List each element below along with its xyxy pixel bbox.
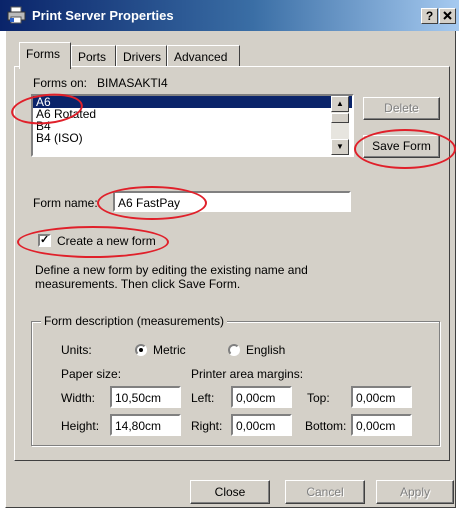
title-bar: Print Server Properties ? — [0, 0, 459, 31]
right-margin-label: Right: — [191, 419, 223, 433]
delete-button[interactable]: Delete — [363, 97, 440, 120]
width-label: Width: — [61, 391, 96, 405]
metric-label: Metric — [153, 343, 186, 357]
margins-label: Printer area margins: — [191, 367, 304, 381]
list-item[interactable]: B4 (ISO) — [33, 132, 352, 144]
right-margin-input[interactable]: 0,00cm — [231, 414, 292, 436]
width-input[interactable]: 10,50cm — [110, 386, 181, 408]
forms-listbox[interactable]: A6 A6 Rotated B4 B4 (ISO) — [31, 94, 354, 157]
bottom-margin-input[interactable]: 0,00cm — [351, 414, 412, 436]
help-button[interactable]: ? — [421, 8, 438, 24]
instructions-line-2: measurements. Then click Save Form. — [35, 277, 241, 291]
scroll-down-button[interactable]: ▼ — [331, 139, 349, 155]
paper-size-label: Paper size: — [61, 367, 122, 381]
create-new-form-checkbox[interactable]: ✓ — [38, 234, 51, 247]
left-margin-label: Left: — [191, 391, 215, 405]
list-item[interactable]: A6 Rotated — [33, 108, 352, 120]
units-label: Units: — [61, 343, 92, 357]
metric-radio[interactable] — [135, 344, 147, 356]
list-scrollbar[interactable]: ▲ ▼ — [331, 96, 349, 155]
tab-drivers[interactable]: Drivers — [116, 45, 167, 67]
printer-icon — [7, 6, 26, 24]
tab-forms[interactable]: Forms — [19, 42, 71, 69]
height-input[interactable]: 14,80cm — [110, 414, 181, 436]
tab-drivers-label: Drivers — [123, 50, 161, 64]
left-margin-input[interactable]: 0,00cm — [231, 386, 292, 408]
top-margin-input[interactable]: 0,00cm — [351, 386, 412, 408]
tab-forms-label: Forms — [26, 47, 60, 61]
form-name-label: Form name: — [33, 196, 98, 210]
english-radio[interactable] — [228, 344, 240, 356]
instructions-line-1: Define a new form by editing the existin… — [35, 263, 308, 277]
tab-advanced[interactable]: Advanced — [167, 45, 240, 67]
window-title: Print Server Properties — [32, 8, 174, 23]
save-form-button[interactable]: Save Form — [363, 135, 440, 158]
close-icon — [443, 11, 452, 20]
tab-advanced-label: Advanced — [174, 50, 228, 64]
tab-ports[interactable]: Ports — [71, 45, 116, 67]
create-new-form-label: Create a new form — [57, 234, 156, 248]
close-window-button[interactable] — [439, 8, 456, 24]
scroll-thumb[interactable] — [331, 113, 349, 123]
bottom-margin-label: Bottom: — [305, 419, 347, 433]
server-name: BIMASAKTI4 — [97, 76, 168, 90]
english-label: English — [246, 343, 286, 357]
close-button[interactable]: Close — [190, 480, 270, 504]
scroll-up-button[interactable]: ▲ — [331, 96, 349, 112]
height-label: Height: — [61, 419, 100, 433]
form-name-input[interactable]: A6 FastPay — [113, 191, 351, 212]
apply-button[interactable]: Apply — [376, 480, 454, 504]
form-description-legend: Form description (measurements) — [41, 314, 228, 328]
tab-ports-label: Ports — [78, 50, 107, 64]
top-margin-label: Top: — [307, 391, 330, 405]
cancel-button[interactable]: Cancel — [285, 480, 365, 504]
forms-on-label: Forms on: — [33, 76, 88, 90]
